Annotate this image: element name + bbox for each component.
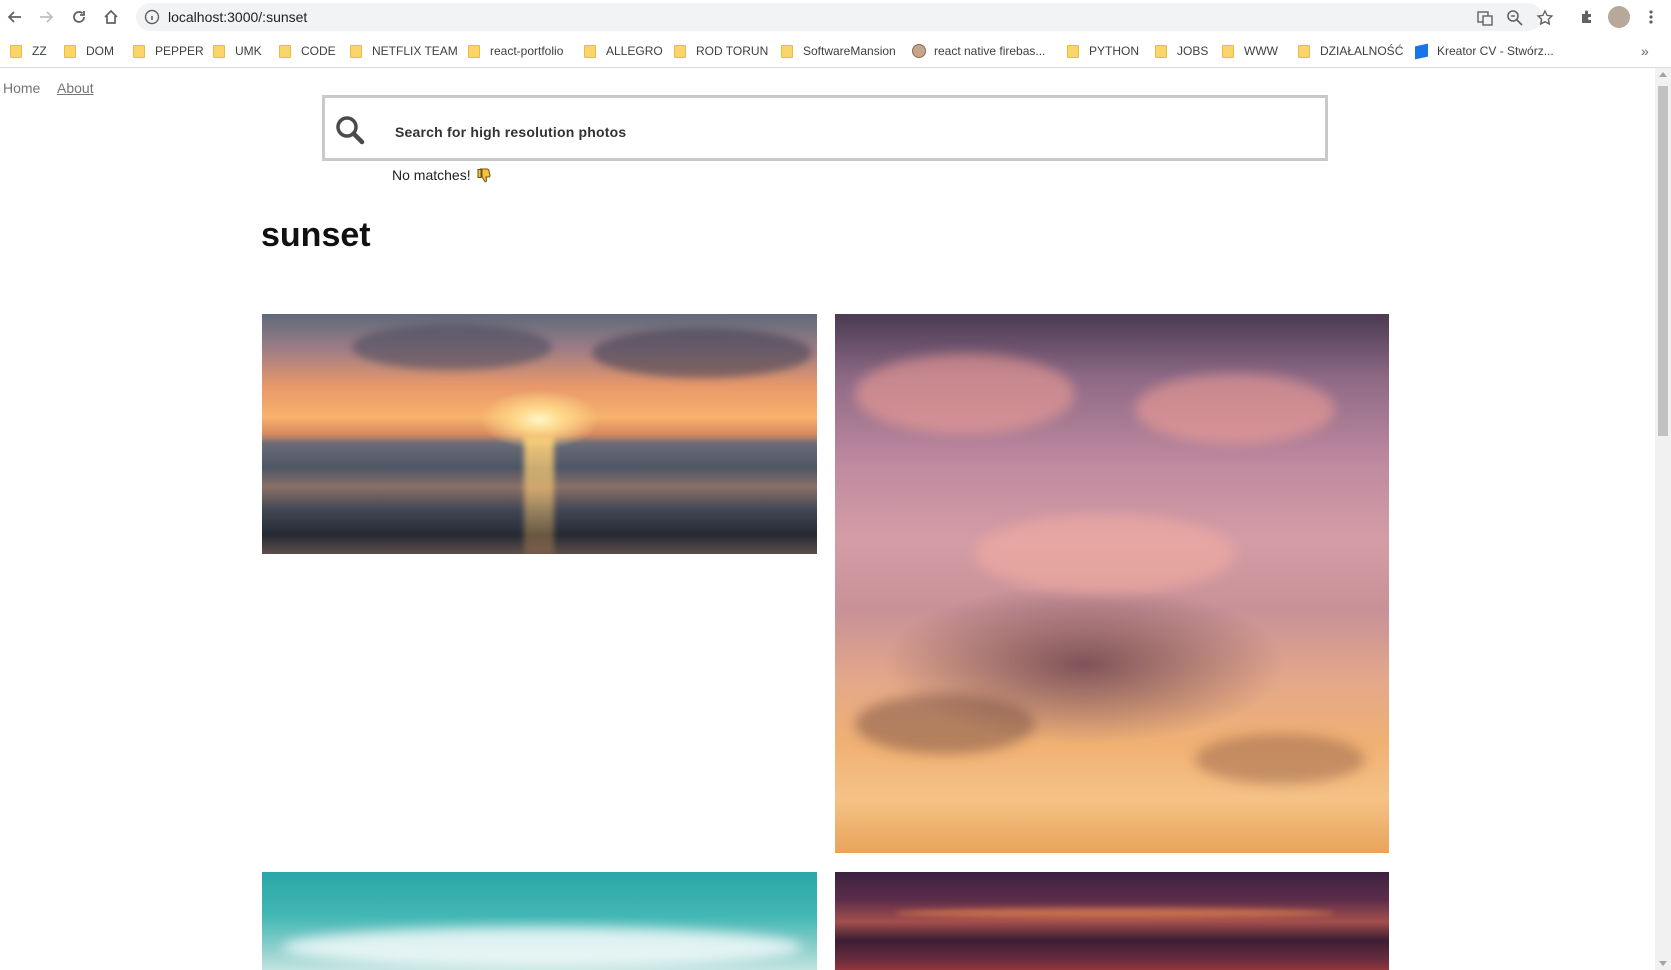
photo-sunset-over-sea[interactable] xyxy=(262,314,817,554)
bookmark-label: DZIAŁALNOŚĆ xyxy=(1320,44,1404,58)
search-input[interactable]: Search for high resolution photos xyxy=(395,124,626,140)
url-text[interactable]: localhost:3000/:sunset xyxy=(168,9,307,25)
site-logo-icon xyxy=(1415,43,1428,59)
photo-teal-sky[interactable] xyxy=(262,872,817,970)
profile-avatar xyxy=(1608,6,1630,28)
folder-icon xyxy=(468,44,480,58)
folder-icon xyxy=(133,44,145,58)
bookmark-label: ZZ xyxy=(32,44,47,58)
bookmark-dzialalnosc[interactable]: DZIAŁALNOŚĆ xyxy=(1298,42,1403,60)
bookmark-dom[interactable]: DOM xyxy=(64,42,114,60)
folder-icon xyxy=(10,44,22,58)
bookmark-netflix-team[interactable]: NETFLIX TEAM xyxy=(350,42,458,60)
kebab-menu-icon xyxy=(1649,10,1653,24)
search-bar[interactable]: Search for high resolution photos xyxy=(322,95,1328,161)
page-scrollbar[interactable] xyxy=(1655,68,1671,970)
bookmark-label: PYTHON xyxy=(1089,44,1140,58)
folder-icon xyxy=(1155,44,1167,58)
bookmark-softwaremansion[interactable]: SoftwareMansion xyxy=(781,42,896,60)
folder-icon xyxy=(584,44,596,58)
photo-pink-cloudy-sky[interactable] xyxy=(835,314,1389,853)
browser-toolbar: localhost:3000/:sunset xyxy=(0,0,1671,34)
bookmark-label: CODE xyxy=(301,44,336,58)
bookmark-zz[interactable]: ZZ xyxy=(10,42,47,60)
home-button[interactable] xyxy=(100,6,122,28)
bookmark-label: SoftwareMansion xyxy=(803,44,896,58)
thumbs-down-icon xyxy=(477,168,491,183)
nav-about-link[interactable]: About xyxy=(57,80,94,96)
bookmark-umk[interactable]: UMK xyxy=(213,42,262,60)
search-status: No matches! xyxy=(392,167,493,183)
bookmark-jobs[interactable]: JOBS xyxy=(1155,42,1208,60)
zoom-icon[interactable] xyxy=(1506,9,1524,27)
folder-icon xyxy=(674,44,686,58)
bookmark-label: react-portfolio xyxy=(490,44,564,58)
bookmark-label: UMK xyxy=(235,44,262,58)
bookmark-label: PEPPER xyxy=(155,44,204,58)
page-content: Home About Search for high resolution ph… xyxy=(0,68,1655,970)
reload-button[interactable] xyxy=(68,6,90,28)
home-icon xyxy=(104,9,118,24)
back-arrow-icon xyxy=(7,11,21,23)
folder-icon xyxy=(213,44,225,58)
profile-button[interactable] xyxy=(1608,6,1630,28)
no-matches-text: No matches! xyxy=(392,167,471,183)
scrollbar-thumb[interactable] xyxy=(1658,86,1668,436)
menu-button[interactable] xyxy=(1640,6,1662,28)
bookmark-code[interactable]: CODE xyxy=(279,42,336,60)
translate-icon[interactable] xyxy=(1476,9,1494,27)
query-title: sunset xyxy=(261,216,371,254)
folder-icon xyxy=(1067,44,1079,58)
back-button[interactable] xyxy=(4,6,26,28)
photo-dark-red-sunset[interactable] xyxy=(835,872,1389,970)
bookmark-label: Kreator CV - Stwórz... xyxy=(1437,44,1554,58)
reload-icon xyxy=(73,11,85,23)
bookmark-label: NETFLIX TEAM xyxy=(372,44,458,58)
bookmark-pepper[interactable]: PEPPER xyxy=(133,42,204,60)
forward-button[interactable] xyxy=(35,6,57,28)
bookmark-label: WWW xyxy=(1244,44,1278,58)
folder-icon xyxy=(350,44,362,58)
scroll-up-icon[interactable] xyxy=(1659,72,1667,77)
scroll-down-icon[interactable] xyxy=(1659,961,1667,966)
bookmark-label: DOM xyxy=(86,44,114,58)
bookmark-react-native-firebase[interactable]: react native firebas... xyxy=(912,42,1045,60)
bookmark-react-portfolio[interactable]: react-portfolio xyxy=(468,42,563,60)
bookmark-rod-torun[interactable]: ROD TORUN xyxy=(674,42,768,60)
folder-icon xyxy=(64,44,76,58)
forward-arrow-icon xyxy=(40,11,54,23)
puzzle-extensions-icon xyxy=(1582,10,1591,23)
nav-home-link[interactable]: Home xyxy=(3,80,40,96)
bookmarks-bar: ZZ DOM PEPPER UMK CODE NETFLIX TEAM reac… xyxy=(0,34,1671,68)
bookmark-allegro[interactable]: ALLEGRO xyxy=(584,42,663,60)
folder-icon xyxy=(1222,44,1234,58)
bookmark-label: ROD TORUN xyxy=(696,44,769,58)
bookmark-www[interactable]: WWW xyxy=(1222,42,1278,60)
bookmark-kreator-cv[interactable]: Kreator CV - Stwórz... xyxy=(1415,42,1554,60)
folder-icon xyxy=(1298,44,1310,58)
extensions-button[interactable] xyxy=(1576,6,1598,28)
site-avatar-icon xyxy=(912,44,926,58)
bookmark-label: JOBS xyxy=(1177,44,1209,58)
folder-icon xyxy=(279,44,291,58)
star-bookmark-icon[interactable] xyxy=(1536,9,1554,27)
bookmark-python[interactable]: PYTHON xyxy=(1067,42,1139,60)
more-bookmarks-button[interactable]: » xyxy=(1641,43,1649,59)
address-bar[interactable]: localhost:3000/:sunset xyxy=(136,3,1554,31)
info-icon[interactable] xyxy=(144,9,160,25)
bookmark-label: react native firebas... xyxy=(934,44,1046,58)
bookmark-label: ALLEGRO xyxy=(606,44,663,58)
folder-icon xyxy=(781,44,793,58)
search-icon xyxy=(336,116,365,145)
